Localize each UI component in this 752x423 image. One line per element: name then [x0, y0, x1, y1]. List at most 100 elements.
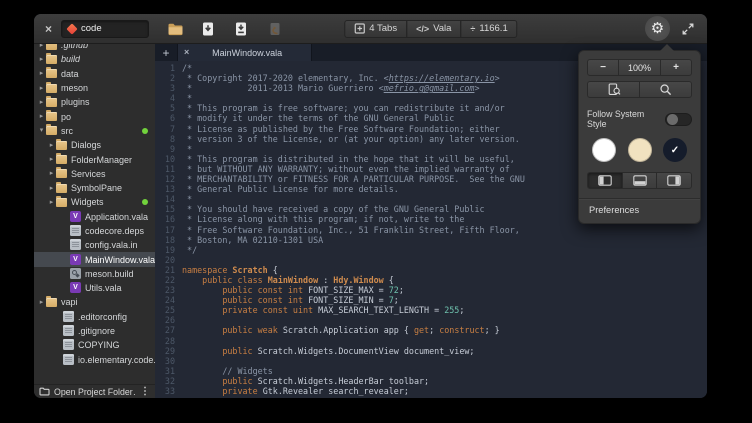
- expander-closed-icon[interactable]: ▸: [47, 199, 56, 206]
- tree-item-build[interactable]: ▸build: [34, 52, 155, 66]
- tabs-count-button[interactable]: 4 Tabs: [344, 20, 407, 38]
- settings-menu-button[interactable]: ⚙: [645, 16, 670, 41]
- tree-item-label: .github: [61, 44, 88, 50]
- search-icon: [659, 83, 672, 96]
- window-close-button[interactable]: ×: [45, 23, 52, 35]
- line-number: 30: [155, 356, 175, 366]
- code-line[interactable]: 30: [155, 356, 707, 366]
- tree-item-gitignore[interactable]: .gitignore: [34, 324, 155, 338]
- toggle-knob: [667, 114, 678, 125]
- code-text: public Scratch.Widgets.DocumentView docu…: [175, 346, 474, 356]
- line-number: 26: [155, 315, 175, 325]
- kebab-menu-icon[interactable]: ⋮: [140, 387, 150, 397]
- tree-item-dialogs[interactable]: ▸Dialogs: [34, 138, 155, 152]
- open-project-folder-button[interactable]: Open Project Folder… ⋮: [34, 384, 155, 398]
- expander-closed-icon[interactable]: ▸: [37, 70, 46, 77]
- preferences-menu-item[interactable]: Preferences: [587, 199, 692, 223]
- tree-item-vapi[interactable]: ▸vapi: [34, 295, 155, 309]
- light-style-option[interactable]: [592, 138, 616, 162]
- folder-icon: [56, 198, 67, 207]
- code-text: * This program is free software; you can…: [175, 103, 505, 113]
- code-line[interactable]: 17 * Free Software Foundation, Inc., 51 …: [155, 225, 707, 235]
- fullscreen-button[interactable]: [677, 18, 699, 40]
- revert-button[interactable]: [262, 17, 286, 41]
- tree-item-editorconfig[interactable]: .editorconfig: [34, 310, 155, 324]
- code-text: public weak Scratch.Application app { ge…: [175, 325, 500, 335]
- follow-system-style-toggle[interactable]: [665, 113, 692, 126]
- code-line[interactable]: 18 * Boston, MA 02110-1301 USA: [155, 235, 707, 245]
- expander-closed-icon[interactable]: ▸: [37, 56, 46, 63]
- code-line[interactable]: 29 public Scratch.Widgets.DocumentView d…: [155, 346, 707, 356]
- expander-closed-icon[interactable]: ▸: [47, 170, 56, 177]
- headerbar-right: ⚙: [645, 16, 699, 41]
- code-line[interactable]: 25 private const uint MAX_SEARCH_TEXT_LE…: [155, 305, 707, 315]
- tree-item-utils-vala[interactable]: VUtils.vala: [34, 281, 155, 295]
- toggle-left-panel-button[interactable]: [587, 172, 623, 189]
- tree-item-mainwindow-vala[interactable]: VMainWindow.vala: [34, 252, 155, 266]
- folder-icon: [46, 298, 57, 307]
- language-button[interactable]: </> Vala: [406, 20, 461, 38]
- expander-closed-icon[interactable]: ▸: [37, 299, 46, 306]
- open-file-button[interactable]: [163, 17, 187, 41]
- code-text: [175, 356, 182, 366]
- tree-item-application-vala[interactable]: VApplication.vala: [34, 210, 155, 224]
- save-button[interactable]: [196, 17, 220, 41]
- tree-item-meson[interactable]: ▸meson: [34, 81, 155, 95]
- expand-icon: [681, 22, 695, 36]
- code-line[interactable]: 22 public class MainWindow : Hdy.Window …: [155, 275, 707, 285]
- dark-style-option[interactable]: ✓: [663, 138, 687, 162]
- tree-item-meson-build[interactable]: meson.build: [34, 267, 155, 281]
- tree-item-codecore-deps[interactable]: codecore.deps: [34, 224, 155, 238]
- expander-closed-icon[interactable]: ▸: [47, 156, 56, 163]
- toggle-bottom-panel-button[interactable]: [622, 172, 658, 189]
- expander-closed-icon[interactable]: ▸: [47, 185, 56, 192]
- code-line[interactable]: 23 public const int FONT_SIZE_MAX = 72;: [155, 285, 707, 295]
- tree-item-copying[interactable]: COPYING: [34, 338, 155, 352]
- expander-closed-icon[interactable]: ▸: [37, 99, 46, 106]
- tree-item-po[interactable]: ▸po: [34, 109, 155, 123]
- code-line[interactable]: 24 public const int FONT_SIZE_MIN = 7;: [155, 295, 707, 305]
- search-button[interactable]: [639, 81, 692, 98]
- tree-item-io-elementary-code-yml[interactable]: io.elementary.code.yml: [34, 353, 155, 367]
- code-line[interactable]: 27 public weak Scratch.Application app {…: [155, 325, 707, 335]
- code-line[interactable]: 26: [155, 315, 707, 325]
- tab-mainwindow-vala[interactable]: × MainWindow.vala: [177, 44, 312, 61]
- line-number: 23: [155, 285, 175, 295]
- expander-closed-icon[interactable]: ▸: [37, 44, 46, 49]
- cursor-position-button[interactable]: ÷ 1166.1: [460, 20, 517, 38]
- tree-item-foldermanager[interactable]: ▸FolderManager: [34, 152, 155, 166]
- expander-open-icon[interactable]: ▾: [37, 127, 46, 134]
- line-number: 31: [155, 366, 175, 376]
- project-chooser-button[interactable]: code: [61, 20, 149, 38]
- tree-item-services[interactable]: ▸Services: [34, 167, 155, 181]
- code-line[interactable]: 31 // Widgets: [155, 366, 707, 376]
- expander-closed-icon[interactable]: ▸: [37, 113, 46, 120]
- tree-item-data[interactable]: ▸data: [34, 67, 155, 81]
- expander-closed-icon[interactable]: ▸: [37, 85, 46, 92]
- code-line[interactable]: 21namespace Scratch {: [155, 265, 707, 275]
- new-tab-button[interactable]: +: [155, 44, 177, 61]
- tree-item-plugins[interactable]: ▸plugins: [34, 95, 155, 109]
- tree-item-widgets[interactable]: ▸Widgets: [34, 195, 155, 209]
- zoom-in-button[interactable]: +: [660, 59, 692, 76]
- code-line[interactable]: 32 public Scratch.Widgets.HeaderBar tool…: [155, 376, 707, 386]
- expander-closed-icon[interactable]: ▸: [47, 142, 56, 149]
- line-number: 25: [155, 305, 175, 315]
- sepia-style-option[interactable]: [628, 138, 652, 162]
- tree-item-config-vala-in[interactable]: config.vala.in: [34, 238, 155, 252]
- vala-icon: V: [70, 211, 81, 222]
- project-diamond-icon: [66, 23, 77, 34]
- tree-item-src[interactable]: ▾src: [34, 124, 155, 138]
- code-line[interactable]: 20: [155, 255, 707, 265]
- tree-item-symbolpane[interactable]: ▸SymbolPane: [34, 181, 155, 195]
- tree-item-github[interactable]: ▸ .github: [34, 44, 155, 52]
- zoom-out-button[interactable]: −: [587, 59, 619, 76]
- revert-icon: [266, 21, 282, 37]
- code-line[interactable]: 33 private Gtk.Revealer search_revealer;: [155, 386, 707, 396]
- save-as-button[interactable]: [229, 17, 253, 41]
- find-in-file-button[interactable]: [587, 81, 640, 98]
- code-line[interactable]: 19 */: [155, 245, 707, 255]
- toggle-right-panel-button[interactable]: [656, 172, 692, 189]
- code-line[interactable]: 28: [155, 336, 707, 346]
- zoom-level[interactable]: 100%: [618, 59, 661, 76]
